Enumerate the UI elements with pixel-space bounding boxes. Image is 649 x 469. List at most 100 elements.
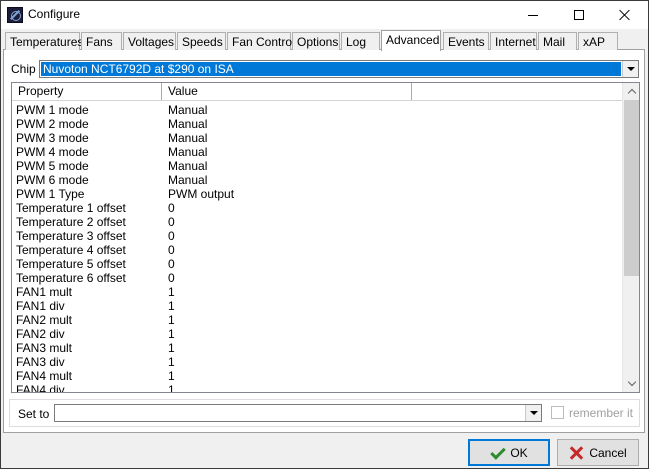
table-row[interactable]: PWM 4 mode Manual bbox=[12, 145, 623, 159]
chip-selected-value: Nuvoton NCT6792D at $290 on ISA bbox=[41, 62, 621, 76]
scrollbar-thumb[interactable] bbox=[624, 100, 639, 276]
table-row[interactable]: PWM 3 mode Manual bbox=[12, 131, 623, 145]
property-cell: Temperature 3 offset bbox=[16, 229, 126, 243]
table-row[interactable]: FAN1 div 1 bbox=[12, 299, 623, 313]
property-cell: FAN1 mult bbox=[16, 285, 73, 299]
value-cell: 1 bbox=[168, 355, 175, 369]
tab-temperatures[interactable]: Temperatures bbox=[5, 32, 83, 50]
set-to-combobox[interactable] bbox=[54, 404, 542, 422]
chevron-down-icon bbox=[529, 411, 538, 415]
tab-voltages[interactable]: Voltages bbox=[123, 32, 176, 50]
table-row[interactable]: FAN4 div 1 bbox=[12, 383, 623, 393]
table-row[interactable]: FAN1 mult 1 bbox=[12, 285, 623, 299]
set-to-label: Set to bbox=[18, 407, 50, 421]
minimize-button[interactable] bbox=[510, 1, 556, 29]
x-icon bbox=[569, 446, 583, 460]
tab-mail[interactable]: Mail bbox=[538, 32, 577, 50]
cancel-button[interactable]: Cancel bbox=[557, 439, 639, 466]
property-cell: PWM 5 mode bbox=[16, 159, 89, 173]
table-row[interactable]: Temperature 6 offset 0 bbox=[12, 271, 623, 285]
close-button[interactable] bbox=[602, 1, 648, 29]
table-row[interactable]: Temperature 5 offset 0 bbox=[12, 257, 623, 271]
tab-events[interactable]: Events bbox=[443, 32, 489, 50]
chip-dropdown-button[interactable] bbox=[622, 61, 638, 77]
property-cell: PWM 1 mode bbox=[16, 103, 89, 117]
ok-button[interactable]: OK bbox=[468, 439, 550, 466]
tab-speeds[interactable]: Speeds bbox=[177, 32, 226, 50]
table-row[interactable]: Temperature 2 offset 0 bbox=[12, 215, 623, 229]
tab-internet[interactable]: Internet bbox=[490, 32, 537, 50]
property-cell: PWM 6 mode bbox=[16, 173, 89, 187]
table-row[interactable]: FAN2 div 1 bbox=[12, 327, 623, 341]
value-cell: 1 bbox=[168, 383, 175, 393]
value-cell: 0 bbox=[168, 257, 175, 271]
scroll-down-button[interactable] bbox=[623, 375, 639, 392]
value-cell: 1 bbox=[168, 285, 175, 299]
property-cell: PWM 3 mode bbox=[16, 131, 89, 145]
property-cell: Temperature 6 offset bbox=[16, 271, 126, 285]
table-row[interactable]: FAN4 mult 1 bbox=[12, 369, 623, 383]
tab-fan-control[interactable]: Fan Control bbox=[227, 32, 295, 50]
table-row[interactable]: PWM 5 mode Manual bbox=[12, 159, 623, 173]
tab-options[interactable]: Options bbox=[292, 32, 340, 50]
chip-select[interactable]: Nuvoton NCT6792D at $290 on ISA bbox=[39, 60, 639, 78]
vertical-scrollbar[interactable] bbox=[622, 83, 639, 392]
maximize-icon bbox=[574, 10, 584, 20]
table-row[interactable]: Temperature 3 offset 0 bbox=[12, 229, 623, 243]
properties-list[interactable]: Property Value PWM 1 mode Manual PWM 2 mo… bbox=[11, 82, 640, 393]
remember-it-label: remember it bbox=[569, 406, 634, 420]
property-cell: PWM 4 mode bbox=[16, 145, 89, 159]
property-cell: Temperature 5 offset bbox=[16, 257, 126, 271]
value-cell: 1 bbox=[168, 369, 175, 383]
property-cell: FAN1 div bbox=[16, 299, 65, 313]
tab-advanced[interactable]: Advanced bbox=[381, 30, 441, 51]
value-cell: Manual bbox=[168, 131, 208, 145]
table-row[interactable]: FAN3 div 1 bbox=[12, 355, 623, 369]
table-row[interactable]: Temperature 1 offset 0 bbox=[12, 201, 623, 215]
tab-fans[interactable]: Fans bbox=[81, 32, 122, 50]
list-rows: PWM 1 mode Manual PWM 2 mode Manual PWM 3 … bbox=[12, 103, 623, 393]
table-row[interactable]: FAN3 mult 1 bbox=[12, 341, 623, 355]
close-icon bbox=[619, 9, 631, 21]
table-row[interactable]: PWM 6 mode Manual bbox=[12, 173, 623, 187]
title-bar: Configure bbox=[1, 1, 648, 29]
remember-it-checkbox[interactable] bbox=[551, 406, 564, 419]
maximize-button[interactable] bbox=[556, 1, 602, 29]
value-cell: 1 bbox=[168, 299, 175, 313]
value-cell: 1 bbox=[168, 341, 175, 355]
property-cell: FAN3 mult bbox=[16, 341, 73, 355]
column-header-empty[interactable] bbox=[412, 83, 623, 100]
property-cell: FAN4 div bbox=[16, 383, 65, 393]
tab-log[interactable]: Log bbox=[341, 32, 380, 50]
scroll-up-button[interactable] bbox=[623, 83, 639, 100]
app-icon bbox=[7, 7, 23, 23]
value-cell: Manual bbox=[168, 103, 208, 117]
column-header-property[interactable]: Property bbox=[12, 83, 162, 100]
value-cell: Manual bbox=[168, 173, 208, 187]
list-header: Property Value bbox=[12, 83, 623, 101]
cancel-button-label: Cancel bbox=[589, 445, 627, 460]
tab-xap[interactable]: xAP bbox=[578, 32, 618, 50]
value-cell: 1 bbox=[168, 313, 175, 327]
ok-button-label: OK bbox=[510, 445, 528, 460]
value-cell: 0 bbox=[168, 229, 175, 243]
property-cell: Temperature 2 offset bbox=[16, 215, 126, 229]
property-cell: FAN2 mult bbox=[16, 313, 73, 327]
chevron-down-icon bbox=[627, 377, 636, 387]
table-row[interactable]: PWM 1 Type PWM output bbox=[12, 187, 623, 201]
table-row[interactable]: Temperature 4 offset 0 bbox=[12, 243, 623, 257]
column-header-value[interactable]: Value bbox=[162, 83, 412, 100]
chevron-up-icon bbox=[627, 88, 636, 98]
checkmark-icon bbox=[490, 446, 504, 460]
property-cell: PWM 1 Type bbox=[16, 187, 85, 201]
value-cell: 0 bbox=[168, 271, 175, 285]
value-cell: Manual bbox=[168, 117, 208, 131]
chip-label: Chip bbox=[11, 62, 36, 76]
value-cell: 1 bbox=[168, 327, 175, 341]
property-cell: PWM 2 mode bbox=[16, 117, 89, 131]
table-row[interactable]: FAN2 mult 1 bbox=[12, 313, 623, 327]
value-cell: PWM output bbox=[168, 187, 235, 201]
table-row[interactable]: PWM 1 mode Manual bbox=[12, 103, 623, 117]
table-row[interactable]: PWM 2 mode Manual bbox=[12, 117, 623, 131]
set-to-dropdown-button[interactable] bbox=[525, 405, 541, 421]
